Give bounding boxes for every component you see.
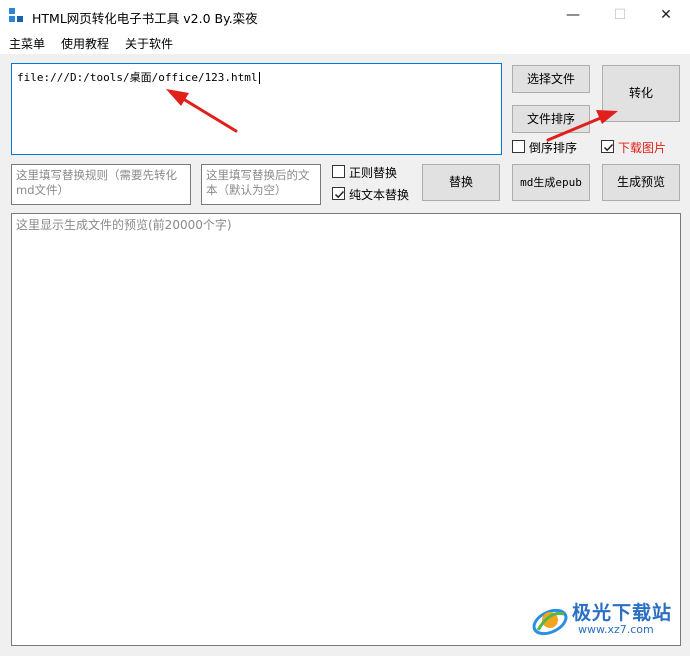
watermark: 极光下载站 www.xz7.com — [530, 598, 680, 644]
arrow-to-convert-button — [546, 110, 618, 142]
arrow-to-path-input — [166, 89, 238, 133]
watermark-url: www.xz7.com — [578, 623, 654, 636]
watermark-title: 极光下载站 — [572, 602, 673, 624]
watermark-logo-icon — [532, 608, 568, 636]
annotation-arrows — [166, 89, 618, 142]
